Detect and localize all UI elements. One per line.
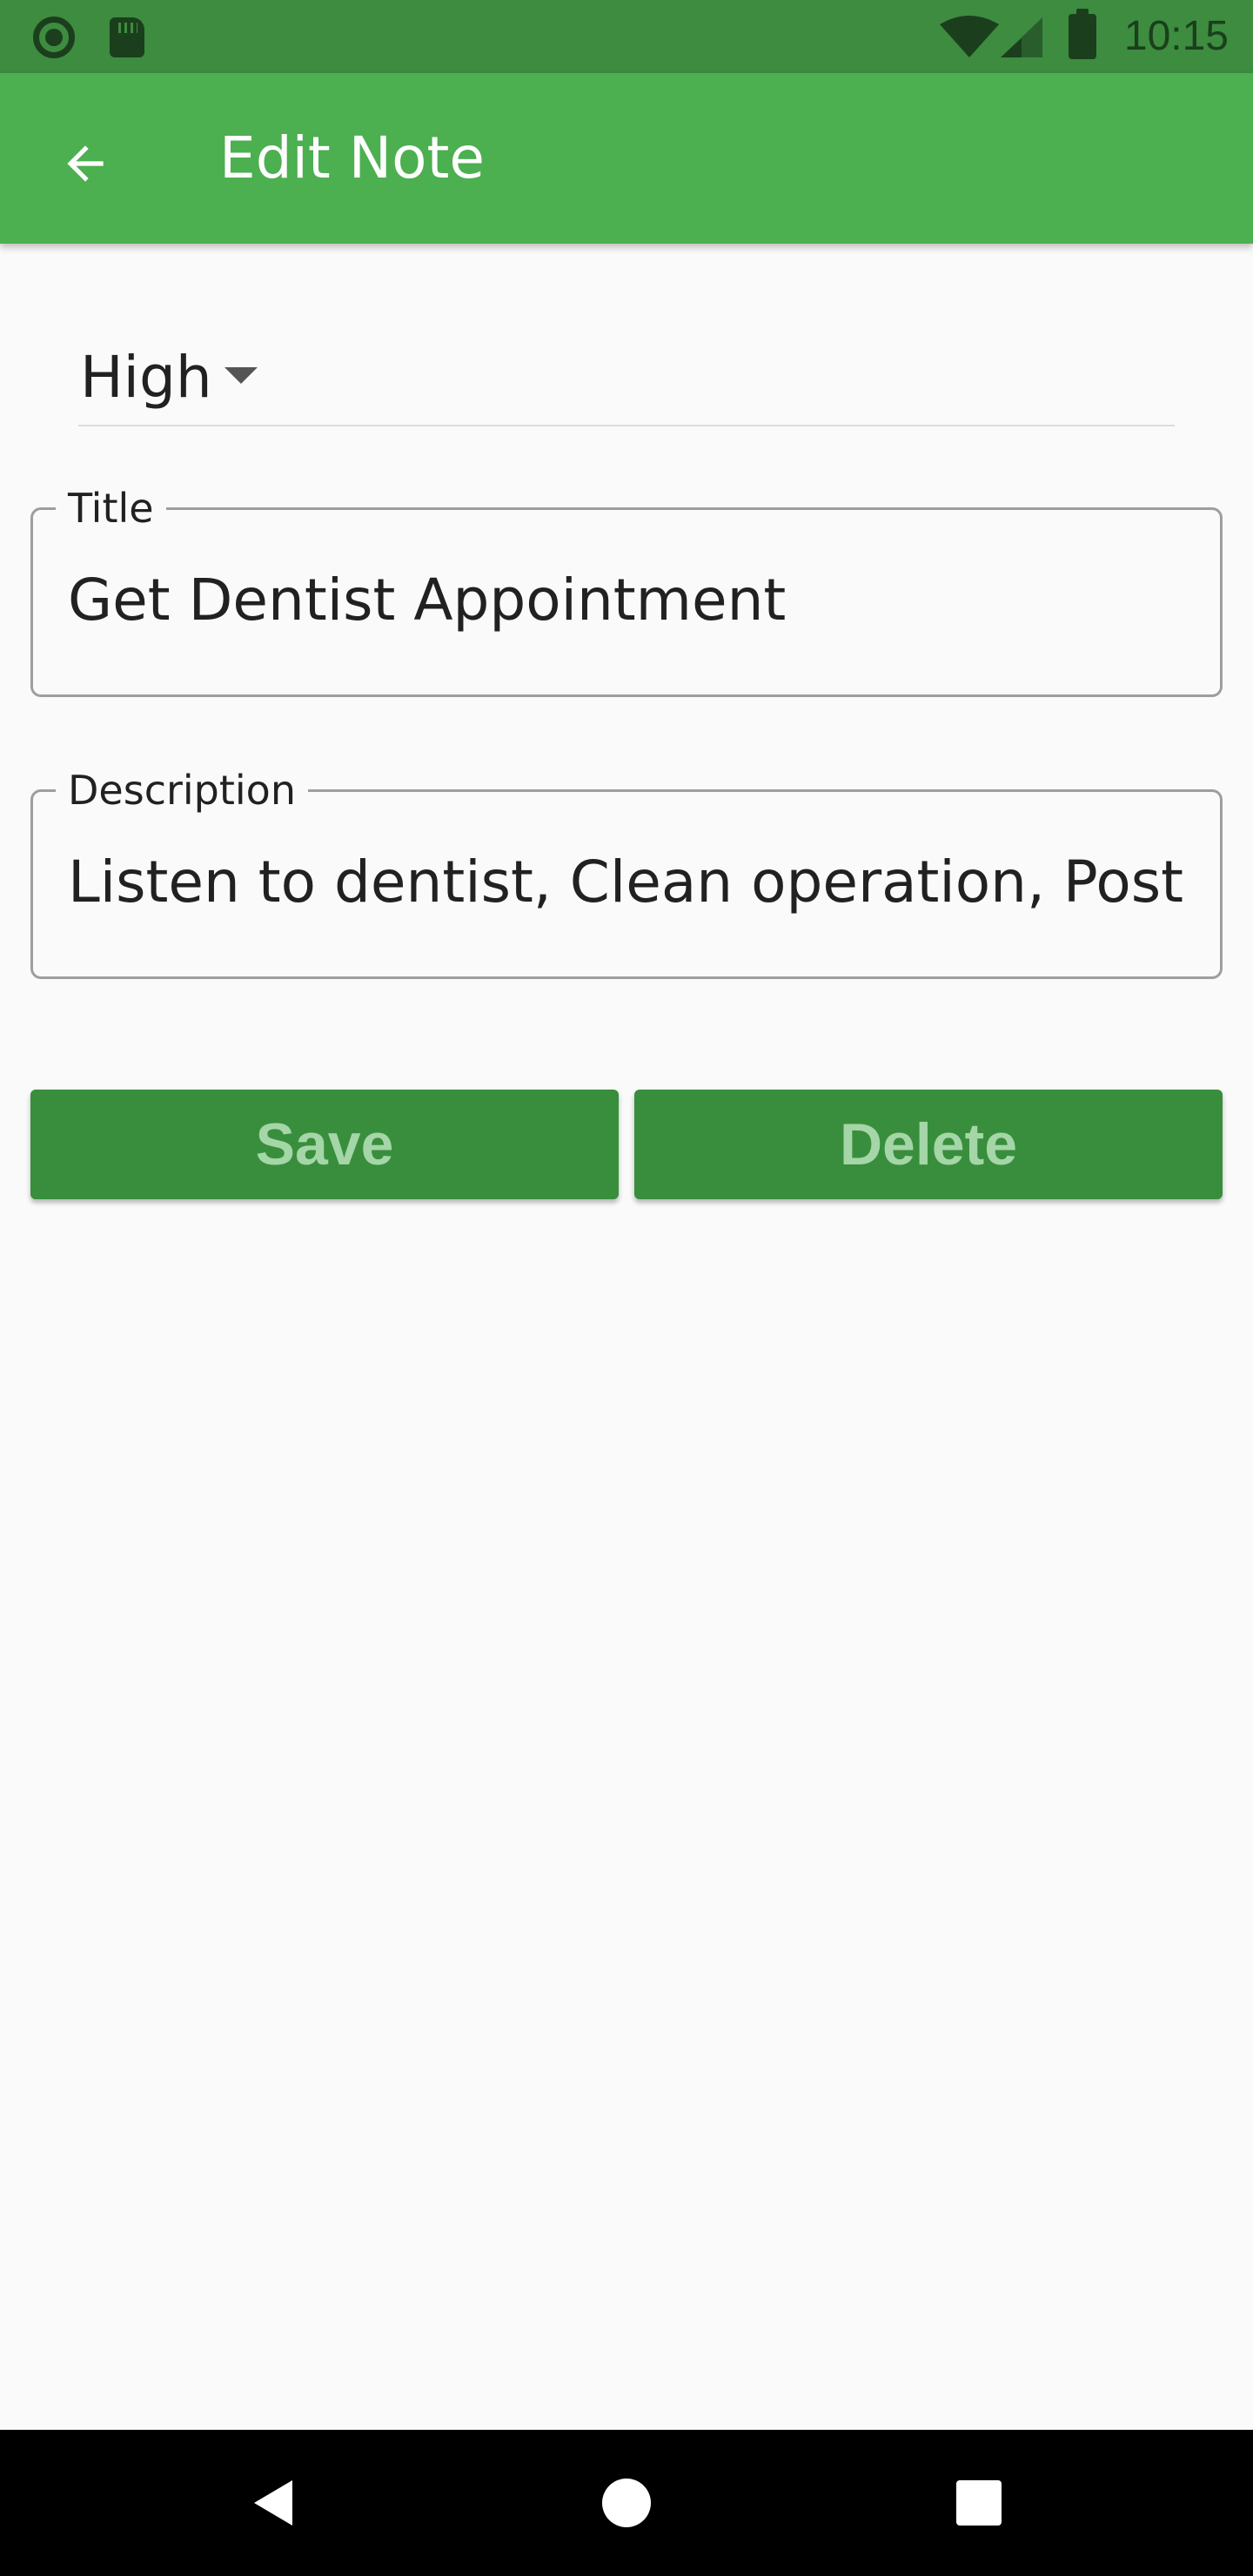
wifi-icon	[940, 16, 999, 57]
app-bar: Edit Note	[0, 73, 1253, 244]
title-input[interactable]: Get Dentist Appointment	[68, 566, 1189, 635]
nav-back-icon	[254, 2480, 292, 2526]
description-field-label: Description	[56, 766, 308, 815]
status-time: 10:15	[1123, 13, 1229, 59]
nav-home-icon	[602, 2479, 651, 2527]
nav-recents-button[interactable]	[935, 2459, 1022, 2546]
cell-signal-icon	[1001, 17, 1042, 57]
delete-button[interactable]: Delete	[634, 1090, 1223, 1199]
nav-home-button[interactable]	[583, 2459, 670, 2546]
nav-back-button[interactable]	[231, 2459, 318, 2546]
navigation-bar	[0, 2430, 1253, 2576]
title-field-label: Title	[56, 484, 166, 533]
description-field[interactable]: Description Listen to dentist, Clean ope…	[30, 766, 1223, 979]
status-bar: 10:15	[0, 0, 1253, 73]
nav-recents-icon	[956, 2480, 1002, 2526]
priority-dropdown[interactable]: High	[78, 331, 1175, 426]
page-title: Edit Note	[219, 124, 486, 191]
sd-card-icon	[110, 17, 144, 57]
priority-selected-value: High	[80, 344, 212, 411]
circle-notification-icon	[33, 17, 75, 58]
save-button[interactable]: Save	[30, 1090, 619, 1199]
arrow-back-icon	[67, 145, 104, 182]
description-input[interactable]: Listen to dentist, Clean operation, Post…	[68, 848, 1189, 917]
dropdown-caret-icon	[224, 367, 258, 384]
back-button[interactable]	[49, 127, 122, 200]
title-field[interactable]: Title Get Dentist Appointment	[30, 484, 1223, 697]
battery-icon	[1069, 9, 1096, 59]
